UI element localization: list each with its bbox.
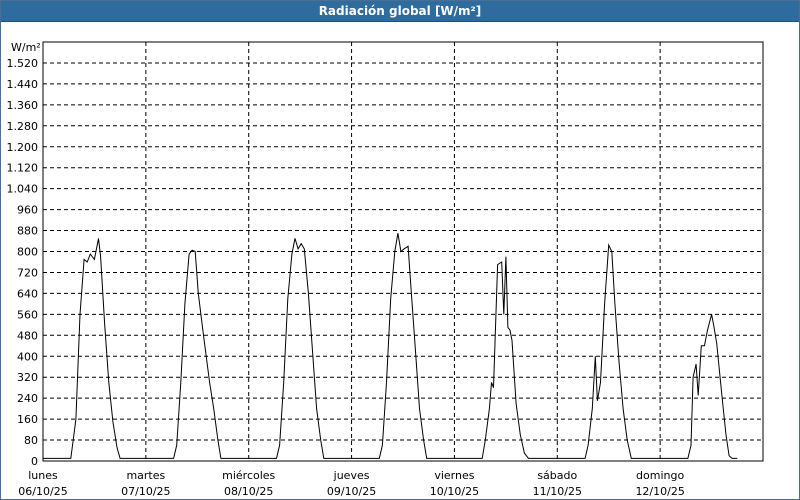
- x-tick-date: 10/10/25: [430, 485, 479, 498]
- x-axis: lunes 06/10/25 martes 07/10/25 miércoles 08/1…: [18, 469, 685, 498]
- y-tick-label: 1.040: [7, 183, 39, 196]
- x-tick-date: 08/10/25: [224, 485, 273, 498]
- y-tick-label: 1.440: [7, 78, 39, 91]
- x-tick-day: domingo: [636, 469, 684, 482]
- y-tick-label: 0: [31, 455, 38, 468]
- x-tick-date: 06/10/25: [18, 485, 67, 498]
- x-tick-day: viernes: [434, 469, 474, 482]
- y-tick-label: 1.120: [7, 162, 39, 175]
- chart-window: Radiación global [W/m²] 0 80 160 240 320 400 4…: [0, 0, 800, 500]
- x-tick-date: 12/10/25: [635, 485, 684, 498]
- y-tick-label: 320: [17, 371, 38, 384]
- x-tick-day: miércoles: [222, 469, 275, 482]
- x-tick-date: 09/10/25: [327, 485, 376, 498]
- y-tick-label: 480: [17, 329, 38, 342]
- y-tick-label: 1.200: [7, 141, 39, 154]
- y-tick-label: 1.520: [7, 57, 39, 70]
- y-axis: 0 80 160 240 320 400 480 560 640 720 800 880 960 1.04…: [7, 57, 39, 468]
- series-layer: [43, 233, 738, 459]
- x-tick-day: martes: [126, 469, 165, 482]
- y-tick-label: 80: [24, 434, 38, 447]
- chart-svg: 0 80 160 240 320 400 480 560 640 720 800 880 960 1.04…: [7, 41, 764, 498]
- x-tick-date: 11/10/25: [533, 485, 582, 498]
- y-axis-label: W/m²: [11, 41, 41, 54]
- y-tick-label: 960: [17, 204, 38, 217]
- x-tick-day: sábado: [537, 469, 577, 482]
- y-tick-label: 720: [17, 266, 38, 279]
- y-tick-label: 640: [17, 287, 38, 300]
- y-tick-label: 160: [17, 413, 38, 426]
- grid: [42, 41, 764, 462]
- y-tick-label: 240: [17, 392, 38, 405]
- chart-title: Radiación global [W/m²]: [1, 1, 799, 22]
- y-tick-label: 1.280: [7, 120, 39, 133]
- series-line: [43, 233, 738, 459]
- x-tick-date: 07/10/25: [121, 485, 170, 498]
- x-tick-day: lunes: [28, 469, 58, 482]
- y-tick-label: 800: [17, 246, 38, 259]
- y-tick-label: 880: [17, 225, 38, 238]
- y-tick-label: 1.360: [7, 99, 39, 112]
- y-tick-label: 400: [17, 350, 38, 363]
- x-tick-day: jueves: [333, 469, 370, 482]
- y-tick-label: 560: [17, 308, 38, 321]
